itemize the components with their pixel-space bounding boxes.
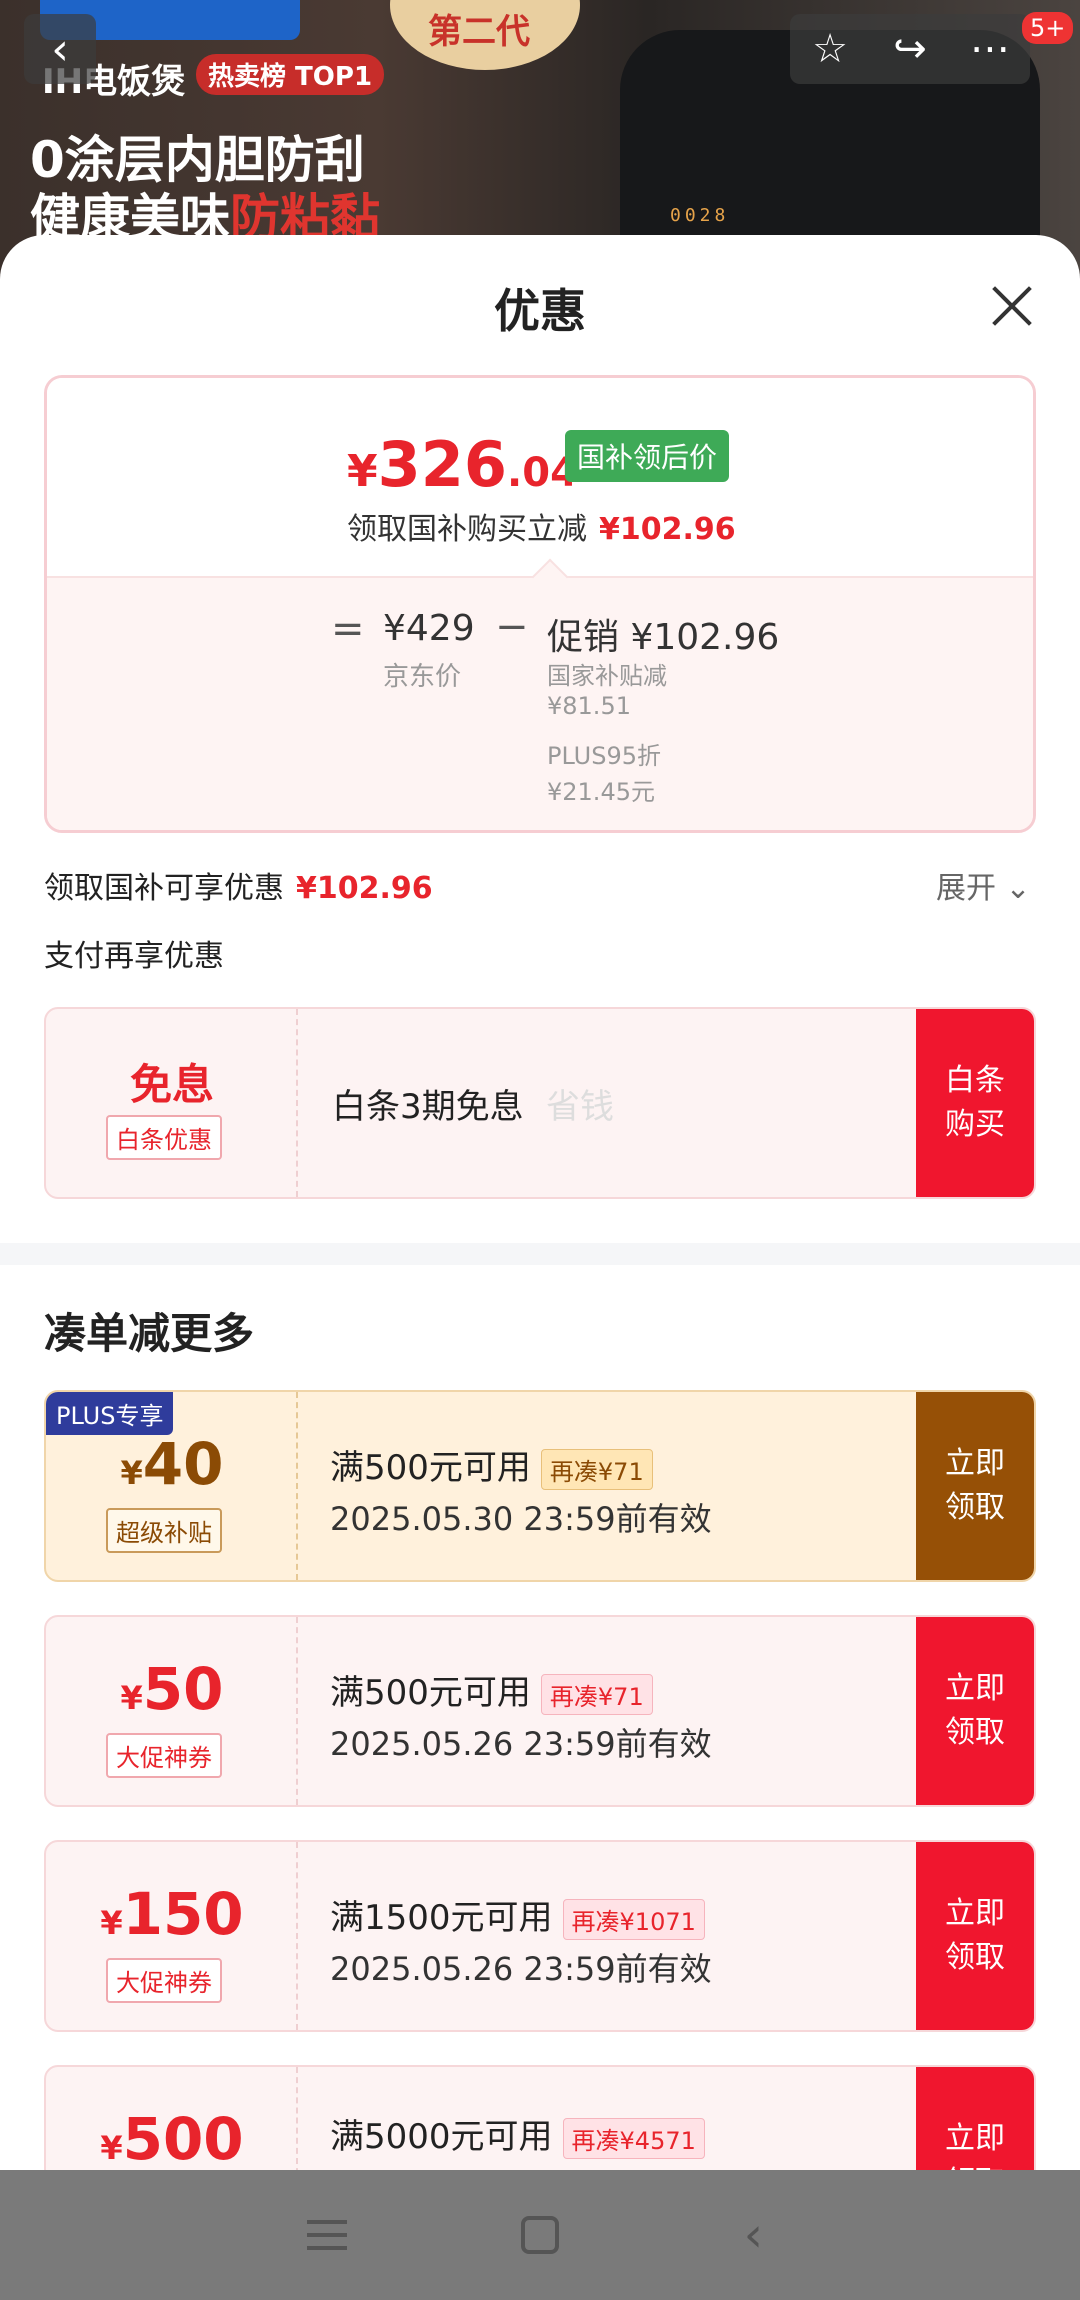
coupon-condition-text: 满5000元可用 (330, 2117, 553, 2157)
coupon-amount-value: 150 (122, 1880, 244, 1948)
equals-sign: = (331, 606, 365, 652)
expand-button[interactable]: 展开 ⌄ (936, 863, 1031, 907)
coupon-expiry: 2025.05.30 23:59前有效 (330, 1500, 712, 1538)
coupon-currency: ¥ (100, 1904, 123, 1942)
summary-discount-label: 领取国补可享优惠 (44, 871, 284, 906)
summary-discount-value: ¥102.96 (296, 871, 433, 906)
menu-lines (306, 2220, 347, 2250)
rice-cooker-display: 0028 (670, 205, 730, 226)
coupon-category: 超级补贴 (106, 1508, 222, 1553)
top-action-group: ☆ ↪ ⋯ (790, 14, 1030, 84)
coupon-amount-value: 40 (142, 1430, 224, 1498)
coupon-condition-text: 满1500元可用 (330, 1898, 553, 1938)
back-icon[interactable]: ‹ (723, 2205, 783, 2265)
coupon-expiry: 2025.05.26 23:59前有效 (330, 1725, 712, 1763)
coupon-amount: ¥50 (46, 1655, 298, 1723)
coupon-more-needed: 再凑¥71 (540, 1449, 653, 1490)
notification-badge: 5+ (1022, 12, 1074, 44)
claim-button[interactable]: 立即领取 (916, 1392, 1034, 1580)
plus-exclusive-tag: PLUS专享 (46, 1392, 174, 1435)
coupon-category: 大促神券 (106, 1958, 222, 2003)
generation-badge-text: 第二代 (428, 12, 530, 52)
coupon-condition-text: 满500元可用 (330, 1448, 531, 1488)
coupon-amount: ¥40 (46, 1430, 298, 1498)
coupon-amount-value: 50 (142, 1655, 224, 1723)
subsidy-line: 领取国补购买立减 ¥102.96 (347, 504, 736, 548)
back-button[interactable]: ‹ (24, 14, 96, 84)
coupon-category: 大促神券 (106, 1733, 222, 1778)
plus-discount-label: PLUS95折 (547, 742, 661, 770)
claim-button[interactable]: 立即领取 (916, 2067, 1034, 2170)
jd-price: ¥429 (383, 608, 475, 649)
coupon-more-needed: 再凑¥1071 (562, 1899, 705, 1940)
coupon-amount-value: 500 (122, 2105, 244, 2170)
hero-rank-tag: 热卖榜 TOP1 (196, 54, 385, 95)
national-subsidy-label: 国家补贴减 (547, 662, 667, 690)
subsidy-label: 领取国补购买立减 (347, 512, 587, 547)
expand-label: 展开 (936, 871, 996, 906)
menu-icon[interactable] (297, 2205, 357, 2265)
subsidy-value: ¥102.96 (599, 512, 736, 547)
baitiao-free-label: 免息 (129, 1060, 214, 1109)
section-title: 凑单减更多 (44, 1309, 255, 1358)
system-navigation-bar: ‹ (0, 2170, 1080, 2300)
coupon-card: ¥150 大促神券 满1500元可用 再凑¥1071 2025.05.26 23:… (44, 1840, 1036, 2032)
coupon-amount: ¥500 (46, 2105, 298, 2170)
coupon-more-needed: 再凑¥4571 (562, 2118, 705, 2159)
coupon-condition-text: 满500元可用 (330, 1673, 531, 1713)
national-subsidy-value: ¥81.51 (547, 692, 631, 720)
coupon-card: ¥500 满5000元可用再凑¥4571 立即领取 (44, 2065, 1036, 2170)
claim-button[interactable]: 立即领取 (916, 1617, 1034, 1805)
discount-sheet: 优惠 ¥326.04 国补领后价 领取国补购买立减 ¥102.96 = ¥429 … (0, 235, 1080, 2170)
claim-button[interactable]: 立即领取 (916, 1842, 1034, 2030)
home-square-icon[interactable] (510, 2205, 570, 2265)
final-price: ¥326.04 (347, 428, 578, 501)
coupon-currency: ¥ (100, 2129, 123, 2167)
coupon-condition: 满5000元可用 再凑¥4571 (330, 2109, 705, 2159)
sheet-title: 优惠 (494, 284, 586, 338)
baitiao-buy-button[interactable]: 白条 购买 (916, 1009, 1034, 1197)
plus-discount-value: ¥21.45元 (547, 778, 655, 806)
share-arrow-icon[interactable]: ↪ (870, 26, 950, 72)
coupon-currency: ¥ (120, 1679, 143, 1717)
baitiao-offer-text: 白条3期免息 (332, 1087, 524, 1127)
final-price-currency: ¥ (347, 446, 378, 497)
final-price-integer: 326 (377, 428, 508, 501)
chevron-left-icon: ‹ (51, 23, 69, 75)
jd-price-label: 京东价 (383, 662, 462, 692)
section-divider (0, 1243, 1080, 1265)
baitiao-ghost-text: 省钱 (546, 1087, 614, 1127)
coupon-condition: 满500元可用 再凑¥71 (330, 1665, 653, 1715)
pay-discount-heading: 支付再享优惠 (44, 939, 224, 974)
coupon-amount: ¥150 (46, 1880, 298, 1948)
chevron-down-icon: ⌄ (1005, 871, 1031, 906)
price-breakdown (47, 576, 1033, 830)
star-icon[interactable]: ☆ (790, 26, 870, 72)
summary-discount: 领取国补可享优惠 ¥102.96 (44, 863, 433, 907)
coupon-condition: 满500元可用 再凑¥71 (330, 1440, 653, 1490)
baitiao-tag: 白条优惠 (106, 1115, 222, 1160)
coupon-more-needed: 再凑¥71 (540, 1674, 653, 1715)
coupon-card: ¥50 大促神券 满500元可用 再凑¥71 2025.05.26 23:59前有… (44, 1615, 1036, 1807)
coupon-card: PLUS专享 ¥40 超级补贴 满500元可用 再凑¥71 2025.05.30 … (44, 1390, 1036, 1582)
coupon-currency: ¥ (120, 1454, 143, 1492)
price-tag-badge: 国补领后价 (565, 430, 730, 482)
home-square (520, 2216, 559, 2254)
price-breakdown-card: ¥326.04 国补领后价 领取国补购买立减 ¥102.96 = ¥429 京东价… (44, 375, 1036, 833)
more-dots-icon[interactable]: ⋯ (950, 26, 1030, 72)
minus-sign: − (495, 604, 529, 650)
coupon-expiry: 2025.05.26 23:59前有效 (330, 1950, 712, 1988)
promo-total: 促销 ¥102.96 (547, 617, 780, 658)
coupon-condition: 满1500元可用 再凑¥1071 (330, 1890, 705, 1940)
close-icon[interactable] (980, 275, 1044, 339)
baitiao-card: 免息 白条优惠 白条3期免息 省钱 白条 购买 (44, 1007, 1036, 1199)
